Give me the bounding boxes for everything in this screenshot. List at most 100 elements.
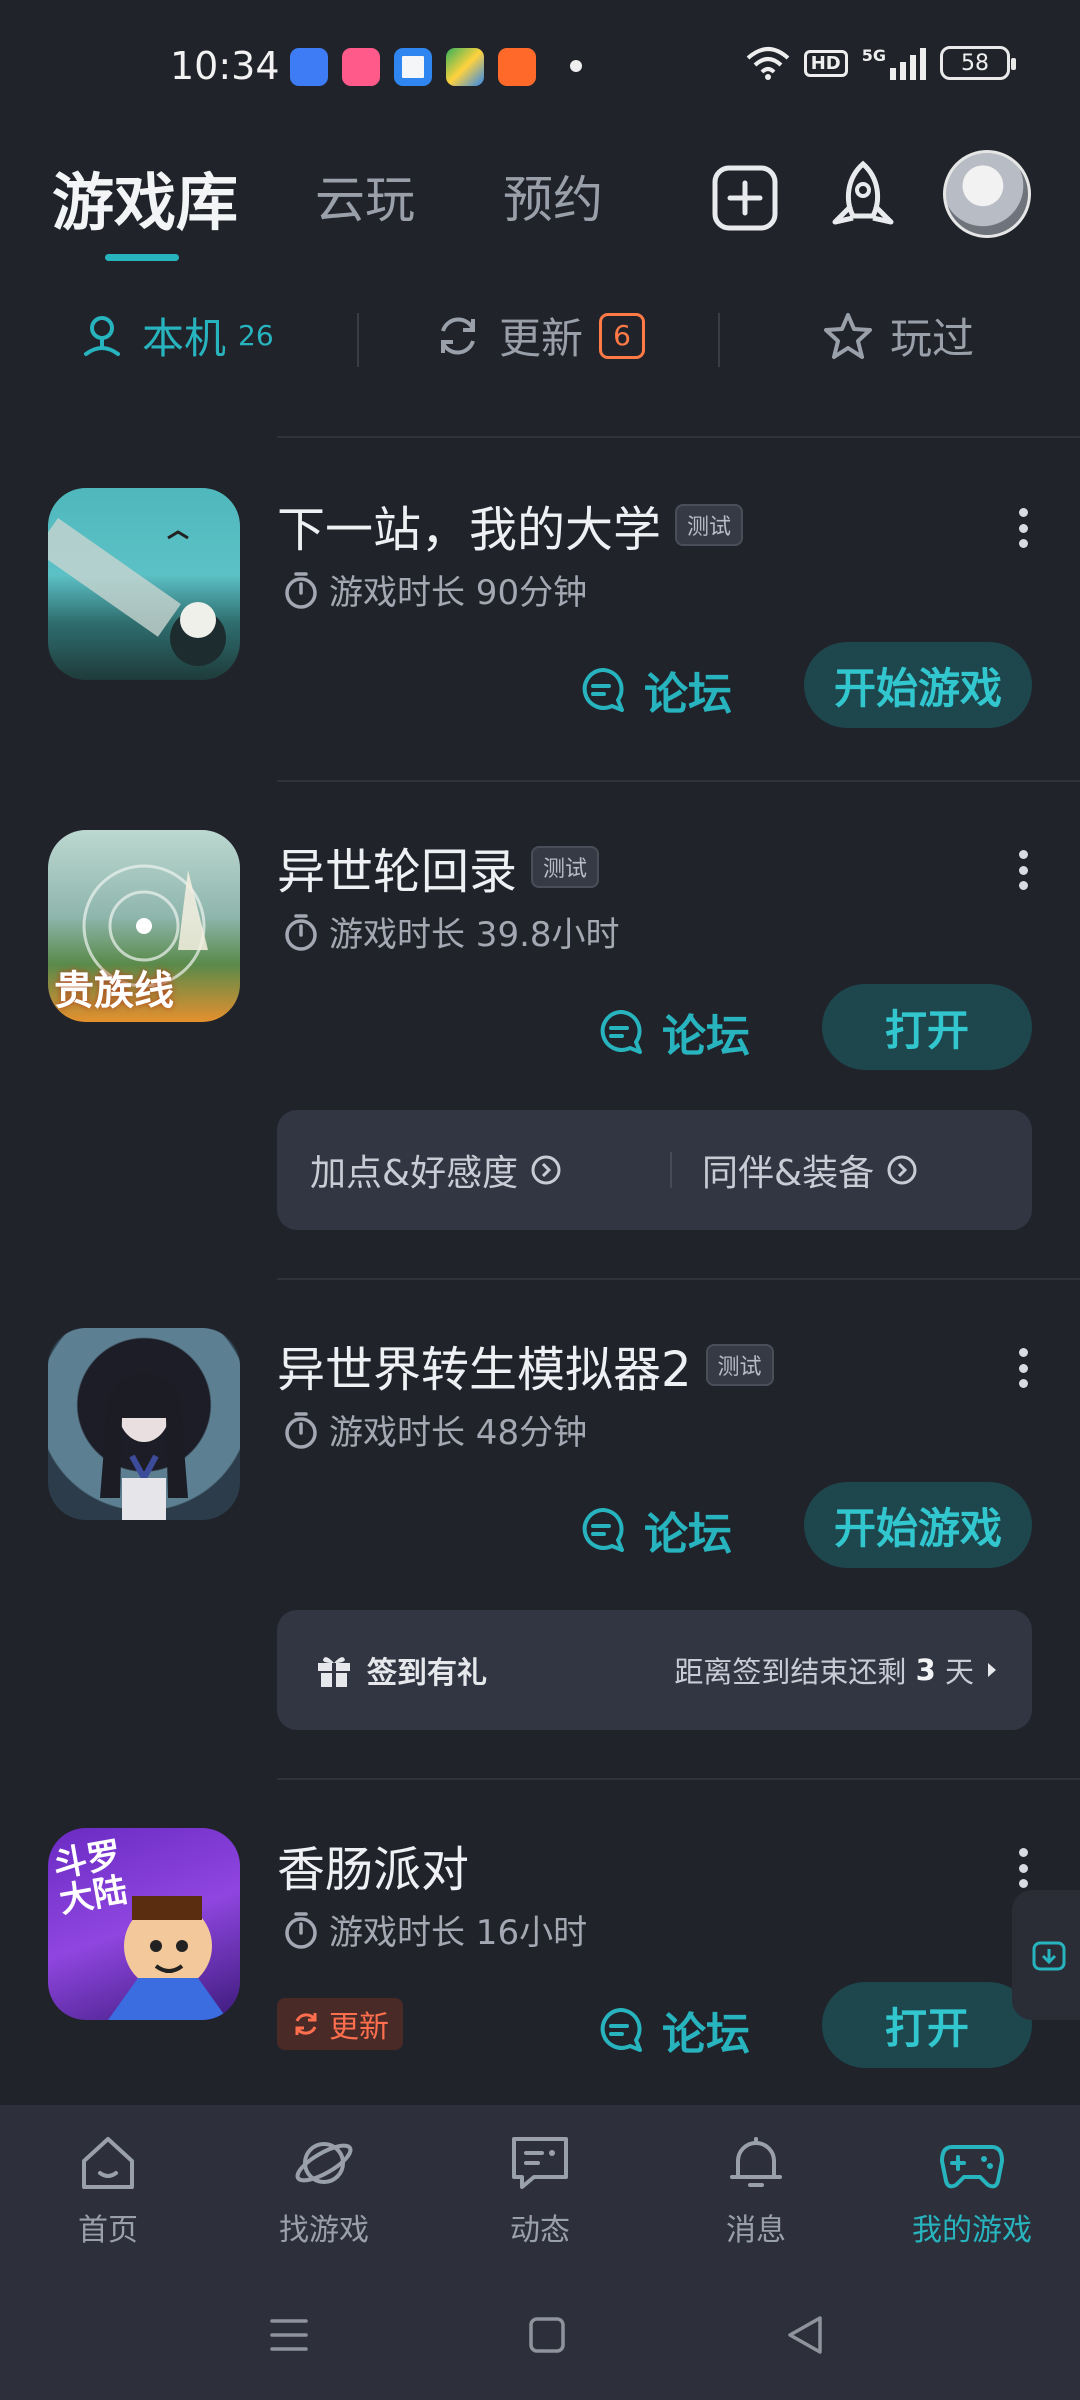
back-icon[interactable] (784, 2314, 826, 2356)
more-notifications-dot (570, 60, 582, 72)
nav-my-games[interactable]: 我的游戏 (864, 2105, 1080, 2285)
bottom-navigation: 首页 找游戏 动态 消息 我的游戏 (0, 2105, 1080, 2285)
quick-link-label: 同伴&装备 (702, 1153, 875, 1194)
game-cover-art (48, 518, 226, 666)
quick-link-stats[interactable]: 加点&好感度 (310, 1144, 670, 1196)
game-icon[interactable] (48, 488, 240, 680)
forum-label: 论坛 (662, 1011, 750, 1062)
update-count-badge: 6 (599, 312, 646, 359)
game-icon[interactable] (48, 1328, 240, 1520)
active-tab-indicator (105, 254, 179, 261)
nav-messages[interactable]: 消息 (648, 2105, 864, 2285)
update-chip[interactable]: 更新 (277, 1998, 403, 2050)
quick-link-label: 加点&好感度 (310, 1153, 519, 1194)
filter-divider (718, 313, 720, 367)
filter-local-count: 26 (238, 319, 274, 352)
list-divider (277, 436, 1080, 438)
forum-button[interactable]: 论坛 (596, 1000, 750, 1064)
gift-icon (318, 1657, 350, 1687)
test-tag: 测试 (705, 1344, 774, 1386)
notification-app-icon (498, 48, 536, 86)
battery-indicator: 58 (940, 46, 1016, 80)
forum-label: 论坛 (644, 1509, 732, 1560)
hd-icon: HD (803, 49, 848, 77)
signin-days: 3 (915, 1653, 936, 1687)
nav-home[interactable]: 首页 (0, 2105, 216, 2285)
playtime-text: 游戏时长 48分钟 (329, 1413, 588, 1453)
more-options-button[interactable] (1018, 1348, 1028, 1388)
stopwatch-icon (285, 571, 317, 609)
notification-app-icon (342, 48, 380, 86)
game-cover-title: 贵族线 (54, 968, 174, 1014)
signin-countdown-prefix: 距离签到结束还剩 (674, 1655, 916, 1689)
boost-button[interactable] (815, 150, 911, 246)
forum-button[interactable]: 论坛 (578, 1498, 732, 1562)
refresh-icon (295, 2013, 317, 2035)
playtime: 游戏时长 16小时 (283, 1905, 587, 1954)
game-title-row[interactable]: 下一站，我的大学 测试 (277, 490, 744, 560)
menu-icon[interactable] (268, 2315, 310, 2355)
forum-button[interactable]: 论坛 (596, 1998, 750, 2062)
user-avatar[interactable] (943, 150, 1031, 238)
more-options-button[interactable] (1018, 508, 1028, 548)
plus-square-icon (712, 165, 778, 231)
signin-countdown-suffix: 天 (935, 1655, 974, 1689)
tab-reservation[interactable]: 预约 (503, 160, 603, 232)
filter-local[interactable]: 本机 26 (78, 305, 274, 366)
open-game-button[interactable]: 打开 (822, 984, 1032, 1070)
game-cover-art (100, 1373, 188, 1520)
start-game-button[interactable]: 开始游戏 (804, 1482, 1032, 1568)
playtime: 游戏时长 48分钟 (283, 1405, 587, 1454)
playtime-text: 游戏时长 16小时 (329, 1913, 588, 1953)
user-location-icon (84, 315, 120, 356)
stopwatch-icon (285, 1411, 317, 1449)
more-options-button[interactable] (1018, 850, 1028, 890)
home-square-icon[interactable] (527, 2315, 567, 2355)
planet-icon (295, 2142, 353, 2184)
nav-find-games[interactable]: 找游戏 (216, 2105, 432, 2285)
list-divider (277, 780, 1080, 782)
notification-app-icon (290, 48, 328, 86)
rocket-icon (832, 160, 894, 225)
game-icon[interactable]: 斗罗大陆 (48, 1828, 240, 2020)
status-time: 10:34 (170, 44, 280, 88)
network-type: 5G (861, 46, 886, 65)
filter-played[interactable]: 玩过 (822, 305, 974, 366)
game-title: 异世界转生模拟器2 (277, 1342, 692, 1398)
game-cover-title: 斗罗大陆 (50, 1834, 131, 1922)
filter-divider (357, 313, 359, 367)
game-title-row[interactable]: 异世轮回录 测试 (277, 832, 600, 902)
test-tag: 测试 (675, 504, 744, 546)
tab-cloud-play[interactable]: 云玩 (315, 160, 415, 232)
bell-icon (730, 2137, 782, 2187)
filter-update[interactable]: 更新 6 (433, 305, 646, 366)
game-icon[interactable]: 贵族线 (48, 830, 240, 1022)
nav-label: 动态 (510, 2213, 570, 2248)
refresh-icon (441, 317, 475, 354)
signal-icon: 5G (862, 46, 926, 80)
forum-button[interactable]: 论坛 (578, 658, 732, 722)
nav-label: 消息 (726, 2213, 786, 2248)
more-options-button[interactable] (1018, 1848, 1028, 1888)
stopwatch-icon (285, 1911, 317, 1949)
signin-panel[interactable]: 签到有礼 距离签到结束还剩 3 天 (277, 1610, 1032, 1730)
start-game-button[interactable]: 开始游戏 (804, 642, 1032, 728)
filter-played-label: 玩过 (890, 314, 975, 363)
test-tag: 测试 (531, 846, 600, 888)
system-navigation-bar (0, 2285, 1080, 2400)
caret-right-icon (988, 1663, 996, 1677)
filter-update-label: 更新 (499, 314, 584, 363)
quick-link-companions[interactable]: 同伴&装备 (702, 1144, 918, 1196)
chat-bubble-icon (582, 1507, 624, 1552)
add-game-button[interactable] (697, 150, 793, 246)
nav-label: 找游戏 (279, 2213, 369, 2248)
list-divider (277, 1278, 1080, 1280)
game-title-row[interactable]: 香肠派对 (277, 1830, 469, 1900)
game-title: 异世轮回录 (277, 844, 518, 900)
floating-download-tab[interactable] (1012, 1890, 1080, 2020)
nav-feed[interactable]: 动态 (432, 2105, 648, 2285)
open-game-button[interactable]: 打开 (822, 1982, 1032, 2068)
game-title-row[interactable]: 异世界转生模拟器2 测试 (277, 1330, 774, 1400)
tab-game-library[interactable]: 游戏库 (52, 152, 238, 242)
chat-bubble-icon (600, 2007, 642, 2052)
